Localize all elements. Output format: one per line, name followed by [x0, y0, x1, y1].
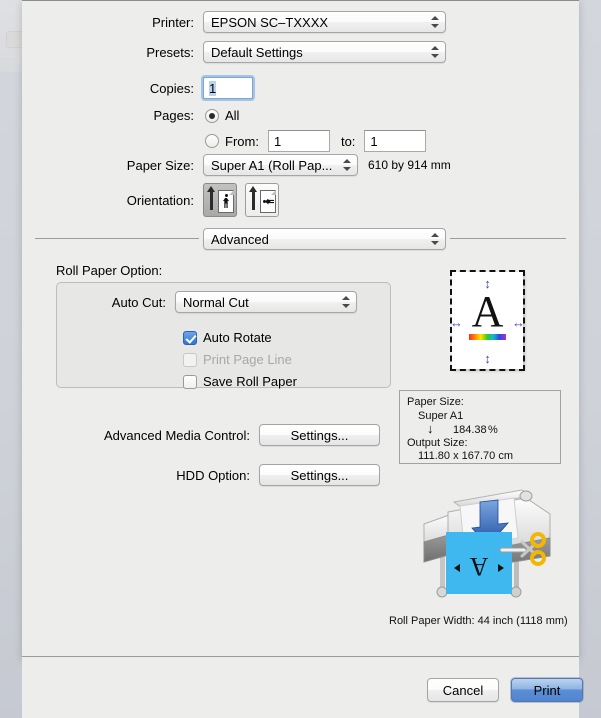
- advanced-media-control-label: Advanced Media Control:: [104, 427, 250, 443]
- pages-row-all: Pages: All: [22, 108, 442, 123]
- chevron-updown-icon: [431, 44, 440, 60]
- sheet-letter-a: A: [469, 552, 488, 581]
- pages-all-label: All: [225, 108, 240, 123]
- checkbox-checked-icon: [183, 330, 197, 345]
- pages-from-value: 1: [273, 133, 282, 149]
- paper-size-select-value: Super A1 (Roll Pap...: [211, 157, 333, 173]
- paper-size-row: Paper Size: Super A1 (Roll Pap... 610 by…: [22, 154, 522, 176]
- color-gradient-bar-icon: [469, 334, 506, 340]
- checkbox-label: Auto Rotate: [203, 330, 272, 345]
- auto-cut-label: Auto Cut:: [111, 294, 166, 310]
- chevron-updown-icon: [431, 231, 440, 247]
- pane-separator-left: [35, 238, 199, 239]
- hdd-option-row: HDD Option: Settings...: [56, 464, 396, 486]
- hdd-option-label: HDD Option:: [176, 467, 250, 483]
- pages-from-label: From:: [225, 133, 259, 149]
- up-arrow-icon: [207, 186, 215, 210]
- auto-cut-select-value: Normal Cut: [183, 294, 249, 310]
- paper-size-dimensions: 610 by 914 mm: [368, 158, 451, 172]
- person-icon: [223, 194, 229, 209]
- pages-to-value: 1: [370, 133, 378, 149]
- orientation-landscape-button[interactable]: [245, 183, 279, 217]
- checkbox-unchecked-icon: [183, 374, 197, 389]
- advanced-media-control-settings-button[interactable]: Settings...: [259, 424, 380, 446]
- print-button[interactable]: Print: [511, 678, 583, 702]
- pages-all-radio[interactable]: All: [205, 108, 239, 123]
- info-output-size-value: 111.80 x 167.70 cm: [418, 450, 513, 462]
- auto-cut-select[interactable]: Normal Cut: [175, 291, 357, 313]
- printer-select[interactable]: EPSON SC–TXXXX: [203, 11, 446, 33]
- checkbox-print-page-line: Print Page Line: [183, 352, 292, 367]
- person-rotated-icon: [263, 198, 274, 205]
- radio-off-icon: [205, 134, 219, 148]
- pages-to-label: to:: [340, 133, 356, 149]
- info-scale-value: 184.38: [453, 424, 487, 436]
- roll-paper-width-caption: Roll Paper Width: 44 inch (1118 mm): [389, 615, 568, 627]
- hdd-option-settings-button[interactable]: Settings...: [259, 464, 380, 486]
- info-paper-size-label: Paper Size:: [407, 396, 464, 408]
- presets-label: Presets:: [146, 44, 194, 60]
- chevron-updown-icon: [343, 157, 352, 173]
- checkbox-save-roll-paper[interactable]: Save Roll Paper: [183, 374, 297, 389]
- up-arrow-icon: [249, 186, 257, 210]
- chevron-updown-icon: [342, 294, 351, 310]
- orientation-label: Orientation:: [126, 192, 194, 208]
- page-portrait-icon: [218, 190, 234, 213]
- advanced-media-control-row: Advanced Media Control: Settings...: [56, 424, 396, 446]
- printer-select-value: EPSON SC–TXXXX: [211, 14, 329, 30]
- pane-select-value: Advanced: [211, 231, 269, 247]
- printer-row: Printer: EPSON SC–TXXXX: [22, 11, 557, 33]
- printer-label: Printer:: [152, 14, 194, 30]
- info-paper-size-value: Super A1: [418, 410, 464, 422]
- presets-select-value: Default Settings: [211, 44, 303, 60]
- page-landscape-icon: [260, 190, 276, 213]
- presets-row: Presets: Default Settings: [22, 41, 557, 63]
- resize-arrow-right-icon: ↔: [512, 315, 525, 330]
- resize-arrow-up-icon: ↕: [484, 276, 491, 291]
- paper-size-select[interactable]: Super A1 (Roll Pap...: [203, 154, 358, 176]
- pages-range-radio[interactable]: From:: [205, 134, 259, 149]
- pages-row-range: From: 1 to: 1: [22, 130, 462, 152]
- resize-arrow-left-icon: ↔: [450, 315, 463, 330]
- paper-size-label: Paper Size:: [126, 157, 194, 173]
- auto-cut-row: Auto Cut: Normal Cut: [56, 291, 396, 313]
- orientation-portrait-button[interactable]: [203, 183, 237, 217]
- orientation-row: Orientation:: [22, 183, 442, 217]
- info-scale-unit: %: [488, 424, 498, 436]
- copies-input[interactable]: 1: [203, 77, 253, 99]
- checkbox-auto-rotate[interactable]: Auto Rotate: [183, 330, 272, 345]
- page-preview-thumbnail: A ↕ ↕ ↔ ↔: [450, 270, 525, 371]
- footer-divider: [22, 656, 579, 657]
- printer-illustration: A: [418, 476, 558, 606]
- pages-to-input[interactable]: 1: [364, 130, 427, 152]
- button-label: Cancel: [442, 682, 484, 698]
- pages-label: Pages:: [153, 108, 194, 123]
- pages-from-input[interactable]: 1: [267, 130, 330, 152]
- screen: Untitled Printer: EPSON SC–TXXXX Presets…: [0, 0, 601, 718]
- background-ruler-tick: [18, 58, 19, 65]
- presets-select[interactable]: Default Settings: [203, 41, 446, 63]
- chevron-updown-icon: [431, 14, 440, 30]
- copies-label: Copies:: [149, 80, 194, 96]
- button-label: Settings...: [290, 427, 349, 443]
- pane-separator-right: [450, 238, 566, 239]
- checkbox-disabled-icon: [183, 352, 197, 367]
- copies-input-value: 1: [209, 80, 217, 96]
- checkbox-label: Save Roll Paper: [203, 374, 297, 389]
- pane-select[interactable]: Advanced: [203, 228, 446, 250]
- down-arrow-icon: ↓: [427, 421, 434, 436]
- button-label: Settings...: [290, 467, 349, 483]
- checkbox-label: Print Page Line: [203, 352, 292, 367]
- radio-on-icon: [205, 108, 219, 123]
- roll-paper-option-label: Roll Paper Option:: [56, 263, 163, 278]
- copies-row: Copies: 1: [22, 77, 442, 99]
- paper-size-info-box: Paper Size: Super A1 ↓ 184.38 % Output S…: [399, 390, 561, 464]
- sheet-top-edge: [22, 0, 579, 1]
- resize-arrow-down-icon: ↕: [484, 351, 491, 366]
- button-label: Print: [533, 682, 561, 698]
- cancel-button[interactable]: Cancel: [427, 678, 499, 702]
- printer-graphic: A: [423, 489, 551, 598]
- info-output-size-label: Output Size:: [407, 437, 468, 449]
